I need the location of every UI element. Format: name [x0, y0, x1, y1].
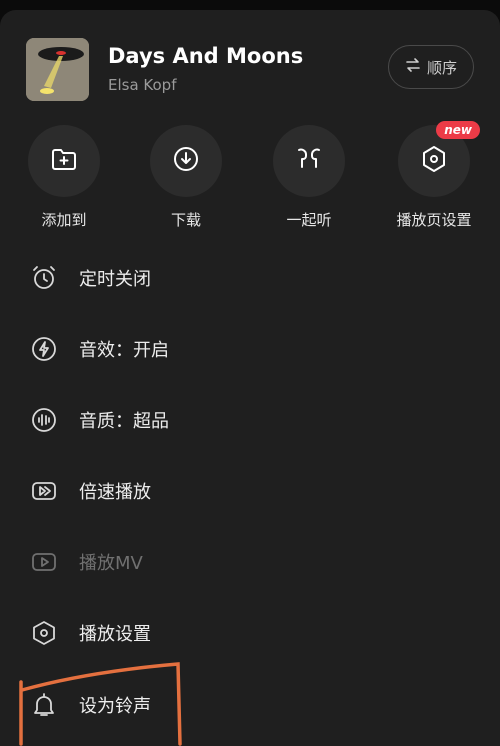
download-label: 下载: [170, 211, 201, 229]
earbuds-icon: [293, 144, 325, 178]
song-artist: Elsa Kopf: [108, 76, 177, 94]
listen-together-button[interactable]: 一起听: [254, 125, 364, 230]
menu-label: 音质：超品: [79, 411, 169, 432]
new-badge: new: [436, 121, 480, 139]
speed-play-icon: [29, 476, 59, 506]
hexagon-settings-icon: [29, 618, 59, 648]
player-page-settings-label: 播放页设置: [396, 211, 472, 229]
quick-actions: 添加到 下载 一起听 new 播放页设置: [0, 121, 500, 235]
menu-item-play-settings[interactable]: 播放设置: [0, 605, 500, 661]
alarm-clock-icon: [29, 263, 59, 293]
menu-item-audio-quality[interactable]: 音质：超品: [0, 392, 500, 448]
download-icon: [171, 144, 201, 178]
add-to-button[interactable]: 添加到: [9, 125, 119, 230]
menu-item-sound-effect[interactable]: 音效：开启: [0, 321, 500, 377]
audio-quality-icon: [29, 405, 59, 435]
menu-label: 定时关闭: [79, 269, 151, 290]
annotation-highlight: [19, 662, 182, 746]
player-page-settings-button[interactable]: new 播放页设置: [379, 121, 489, 230]
menu-item-playback-speed[interactable]: 倍速播放: [0, 463, 500, 519]
menu-label: 播放MV: [79, 553, 143, 574]
menu-label: 音效：开启: [79, 340, 169, 361]
menu-item-sleep-timer[interactable]: 定时关闭: [0, 250, 500, 306]
listen-together-label: 一起听: [286, 211, 332, 229]
lightning-icon: [29, 334, 59, 364]
menu-label: 倍速播放: [79, 482, 151, 503]
download-button[interactable]: 下载: [131, 125, 241, 230]
play-order-label: 顺序: [426, 58, 457, 77]
hexagon-settings-icon: [419, 144, 449, 178]
play-order-button[interactable]: 顺序: [388, 45, 474, 89]
swap-arrows-icon: [405, 57, 421, 77]
song-title: Days And Moons: [108, 44, 304, 68]
folder-add-icon: [49, 144, 79, 178]
add-to-label: 添加到: [41, 211, 87, 229]
album-cover[interactable]: [26, 38, 89, 101]
menu-label: 播放设置: [79, 624, 151, 645]
menu-item-play-mv[interactable]: 播放MV: [0, 534, 500, 590]
play-video-icon: [29, 547, 59, 577]
song-options-sheet: Days And Moons Elsa Kopf 顺序 添加到 下载 一起听 n…: [0, 10, 500, 746]
